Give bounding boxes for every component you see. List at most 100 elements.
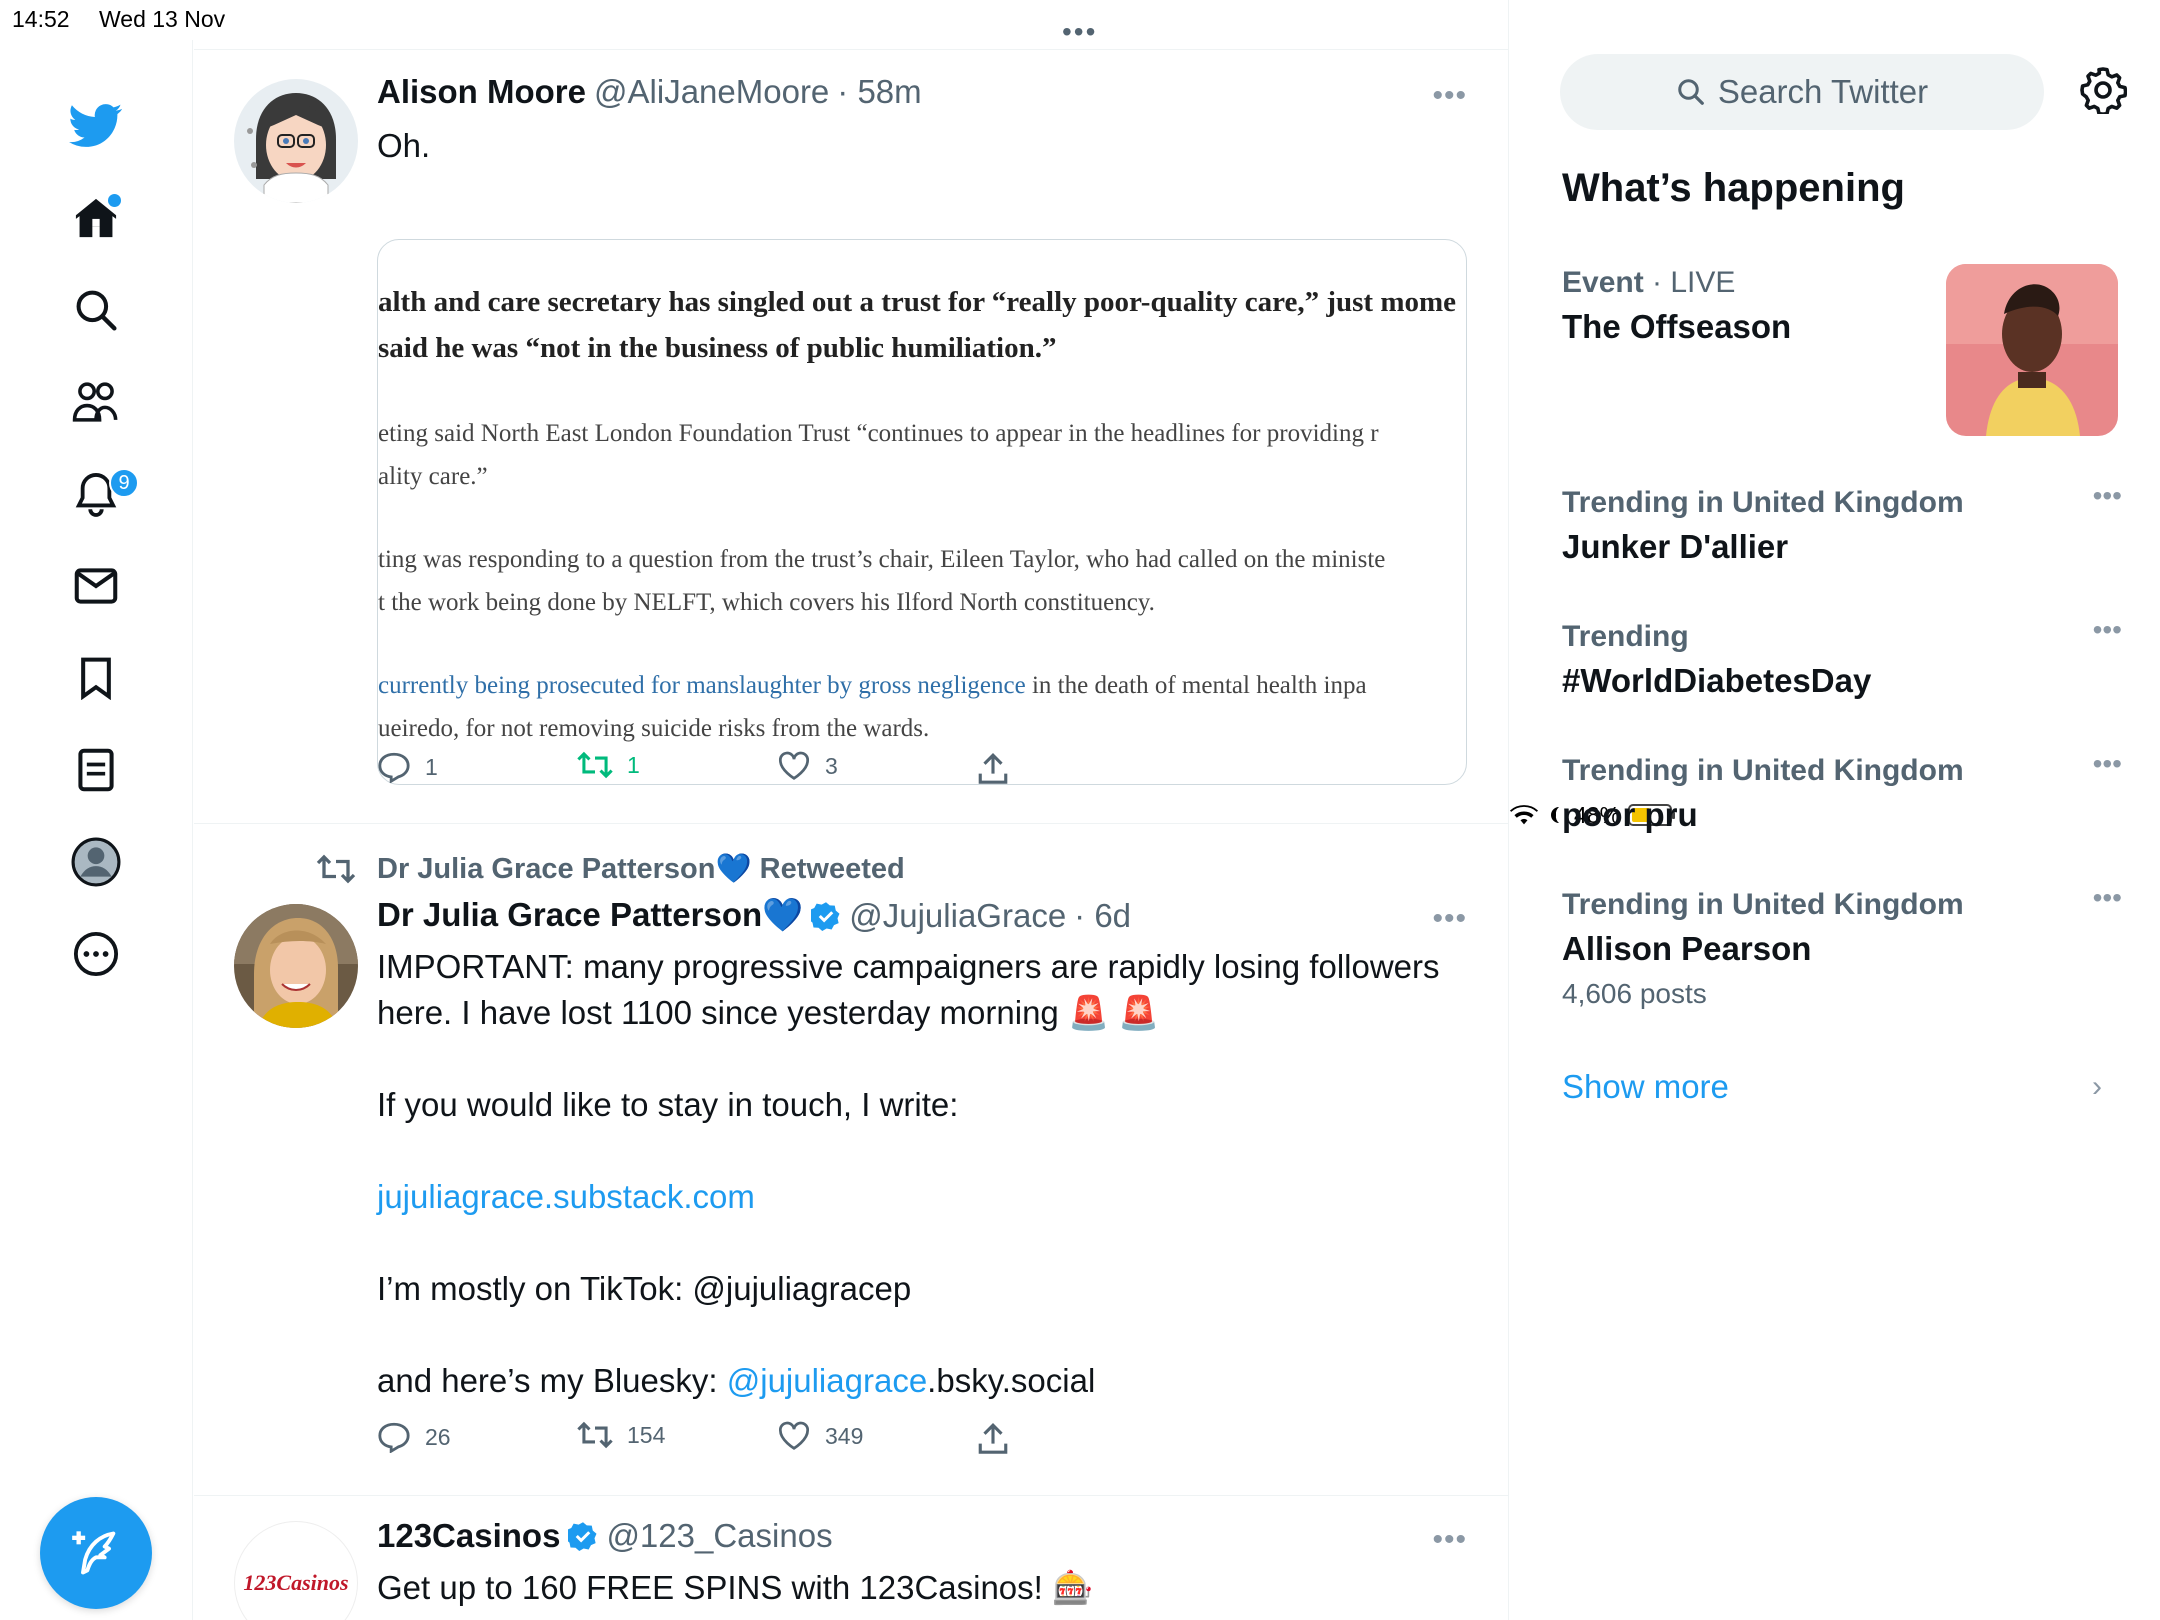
avatar[interactable] bbox=[234, 904, 358, 1028]
image-text-rest: in the death of mental health inpa bbox=[1025, 672, 1367, 699]
search-field[interactable]: Search Twitter bbox=[1560, 54, 2044, 130]
trend-context: Trending bbox=[1562, 620, 1689, 653]
trend-context: Trending in United Kingdom bbox=[1562, 888, 1964, 921]
search-icon bbox=[76, 290, 117, 331]
trend-item[interactable]: Trending in United Kingdom poor pru ••• bbox=[1562, 748, 2122, 834]
trend-more-button[interactable]: ••• bbox=[2093, 882, 2122, 914]
trend-item[interactable]: Trending #WorldDiabetesDay ••• bbox=[1562, 614, 2122, 700]
trend-more-button[interactable]: ••• bbox=[2093, 480, 2122, 512]
trend-more-button[interactable]: ••• bbox=[2093, 614, 2122, 646]
avatar[interactable] bbox=[234, 79, 358, 203]
tweet-text: Oh. bbox=[377, 127, 431, 164]
search-placeholder: Search Twitter bbox=[1717, 73, 1929, 110]
retweeted-label: Retweeted bbox=[759, 853, 905, 885]
twitter-logo-icon[interactable] bbox=[62, 92, 130, 160]
tweet-text-segment: and here’s my Bluesky: bbox=[377, 1362, 727, 1399]
tweet-header: Alison Moore @AliJaneMoore · 58m bbox=[377, 73, 922, 111]
tweet[interactable]: 123Casinos 123Casinos @123_Casinos ••• G… bbox=[194, 1497, 1508, 1620]
author-handle[interactable]: @JujuliaGrace bbox=[849, 897, 1066, 935]
like-count: 3 bbox=[825, 752, 838, 779]
share-button[interactable] bbox=[977, 1421, 1009, 1455]
image-text-line: alth and care secretary has singled out … bbox=[378, 286, 1456, 318]
show-more-link[interactable]: Show more bbox=[1562, 1068, 1729, 1106]
event-category: Event bbox=[1562, 266, 1644, 299]
timeline[interactable]: ••• Alison Moore @AliJaneMoore · 58m ••• bbox=[194, 0, 1509, 1620]
list-icon bbox=[78, 748, 114, 792]
tweet[interactable]: Alison Moore @AliJaneMoore · 58m ••• Oh.… bbox=[194, 51, 1508, 824]
reply-button[interactable]: 26 bbox=[377, 1421, 451, 1453]
image-text-line: ality care.” bbox=[378, 463, 488, 490]
nav-lists[interactable] bbox=[62, 736, 130, 804]
share-icon bbox=[978, 753, 1008, 784]
nav-notifications[interactable]: 9 bbox=[62, 460, 139, 528]
tweet-image[interactable]: alth and care secretary has singled out … bbox=[377, 239, 1467, 785]
image-text-line: currently being prosecuted for manslaugh… bbox=[378, 672, 1367, 700]
casino-logo: 123Casinos bbox=[243, 1570, 349, 1595]
author-name[interactable]: Alison Moore bbox=[377, 73, 586, 111]
trend-more-button[interactable]: ••• bbox=[2093, 748, 2122, 780]
tweet-text-line: IMPORTANT: many progressive campaigners … bbox=[377, 948, 1440, 985]
nav-bookmarks[interactable] bbox=[62, 644, 130, 712]
author-handle[interactable]: @AliJaneMoore bbox=[594, 73, 829, 111]
trend-item[interactable]: Trending in United Kingdom Allison Pears… bbox=[1562, 882, 2122, 1010]
tweet[interactable]: Dr Julia Grace Patterson💙 Retweeted Dr J… bbox=[194, 824, 1508, 1496]
tweet-header: Dr Julia Grace Patterson💙 @JujuliaGrace … bbox=[377, 896, 1131, 935]
whats-happening-heading: What’s happening bbox=[1562, 166, 1905, 210]
author-name[interactable]: Dr Julia Grace Patterson💙 bbox=[377, 896, 803, 935]
search-icon bbox=[1678, 79, 1704, 105]
author-name[interactable]: 123Casinos bbox=[377, 1517, 560, 1555]
trend-context: Trending in United Kingdom bbox=[1562, 754, 1964, 787]
nav-home[interactable] bbox=[62, 184, 130, 252]
tweet-more-button[interactable]: ••• bbox=[1432, 79, 1467, 113]
nav-communities[interactable] bbox=[62, 368, 130, 436]
reply-icon bbox=[378, 752, 410, 783]
retweeted-icon bbox=[316, 854, 356, 884]
nav-messages[interactable] bbox=[62, 552, 130, 620]
tweet-more-button[interactable]: ••• bbox=[1432, 902, 1467, 936]
reply-icon bbox=[378, 1422, 410, 1453]
author-handle[interactable]: @123_Casinos bbox=[606, 1517, 832, 1555]
tweet-text: Get up to 160 FREE SPINS with 123Casinos… bbox=[377, 1569, 1094, 1606]
compose-tweet-button[interactable] bbox=[40, 1497, 152, 1609]
notifications-badge: 9 bbox=[109, 468, 139, 498]
nav-explore[interactable] bbox=[62, 276, 130, 344]
share-button[interactable] bbox=[977, 751, 1009, 785]
tweet-time[interactable]: · 6d bbox=[1074, 897, 1131, 935]
retweet-button[interactable]: 1 bbox=[577, 751, 640, 779]
heart-icon bbox=[779, 1421, 809, 1450]
profile-avatar-icon bbox=[71, 837, 121, 887]
mail-icon bbox=[74, 568, 118, 604]
heart-icon bbox=[779, 751, 809, 780]
settings-button[interactable] bbox=[2079, 66, 2128, 116]
image-text-link: currently being prosecuted for manslaugh… bbox=[378, 672, 1026, 699]
trend-item[interactable]: Trending in United Kingdom Junker D'alli… bbox=[1562, 480, 2122, 566]
tweet-link[interactable]: jujuliagrace.substack.com bbox=[377, 1174, 1467, 1220]
reply-button[interactable]: 1 bbox=[377, 751, 438, 783]
multitask-grabber[interactable]: ••• bbox=[1062, 16, 1097, 48]
chevron-right-icon: › bbox=[2092, 1070, 2102, 1103]
retweet-context[interactable]: Dr Julia Grace Patterson💙 Retweeted bbox=[377, 852, 905, 886]
like-count: 349 bbox=[825, 1422, 864, 1449]
tweet-text: IMPORTANT: many progressive campaigners … bbox=[377, 944, 1467, 1404]
avatar[interactable]: 123Casinos bbox=[234, 1521, 358, 1620]
verified-badge-icon bbox=[568, 1522, 597, 1551]
bookmark-icon bbox=[81, 657, 111, 700]
tweet-more-button[interactable]: ••• bbox=[1432, 1523, 1467, 1557]
like-button[interactable]: 349 bbox=[777, 1421, 863, 1451]
trend-title: Junker D'allier bbox=[1562, 528, 1789, 565]
retweet-button[interactable]: 154 bbox=[577, 1421, 665, 1449]
mention-link[interactable]: @jujuliagrace bbox=[727, 1362, 927, 1399]
tweet-text-segment: .bsky.social bbox=[927, 1362, 1096, 1399]
like-button[interactable]: 3 bbox=[777, 751, 838, 781]
reply-count: 1 bbox=[425, 753, 438, 780]
tweet-header: 123Casinos @123_Casinos bbox=[377, 1517, 833, 1555]
retweet-icon bbox=[577, 751, 613, 779]
event-image[interactable] bbox=[1946, 264, 2118, 436]
nav-more[interactable] bbox=[62, 920, 130, 988]
nav-profile[interactable] bbox=[62, 828, 130, 896]
tweet-time[interactable]: · 58m bbox=[837, 73, 921, 111]
reply-count: 26 bbox=[425, 1423, 451, 1450]
home-unread-dot bbox=[108, 194, 121, 207]
share-icon bbox=[978, 1423, 1008, 1454]
left-nav: 9 bbox=[0, 40, 193, 1620]
